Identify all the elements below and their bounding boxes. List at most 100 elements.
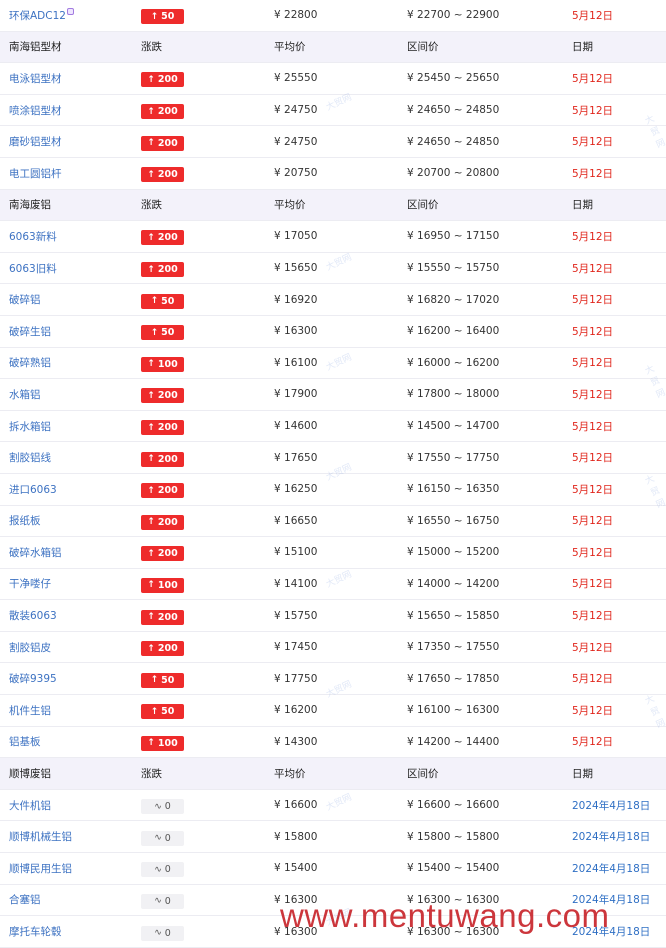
price-table: 环保ADC12 ↑ 50 ¥ 22800 ¥ 22700 ~ 22900 5月12日 南海铝…: [0, 0, 666, 948]
change-value: 200: [157, 422, 178, 434]
item-name-link[interactable]: 破碎生铝: [9, 324, 51, 339]
average-price: ¥ 17650: [274, 451, 318, 464]
change-cell: ↑ 200: [141, 632, 184, 663]
item-name-link[interactable]: 破碎熟铝: [9, 355, 51, 370]
item-name-link[interactable]: 6063新料: [9, 229, 57, 244]
arrow-up-icon: ↑: [147, 390, 155, 401]
change-badge: ↑ 200: [141, 609, 184, 625]
change-value: 0: [164, 895, 171, 907]
table-row: 大件机铝 ∿ 0 ¥ 16600 ¥ 16600 ~ 16600 2024年4月18日: [0, 789, 666, 822]
change-value: 200: [157, 106, 178, 118]
column-header-range-price: 区间价: [407, 41, 439, 54]
average-price: ¥ 22800: [274, 9, 318, 22]
arrow-up-icon: ↑: [147, 548, 155, 559]
change-badge: ↑ 200: [141, 167, 184, 183]
table-row: 散装6063 ↑ 200 ¥ 15750 ¥ 15650 ~ 15850 5月12日: [0, 600, 666, 632]
change-cell: ↑ 50: [141, 0, 184, 31]
item-name-cell: 破碎水箱铝: [9, 537, 62, 568]
average-price: ¥ 15100: [274, 546, 318, 559]
price-range: ¥ 15800 ~ 15800: [407, 830, 500, 843]
arrow-up-icon: ↑: [147, 485, 155, 496]
flat-wave-icon: ∿: [154, 896, 162, 907]
update-date: 5月12日: [572, 357, 614, 370]
arrow-up-icon: ↑: [147, 359, 155, 370]
item-name-link[interactable]: 干净喽仔: [9, 576, 51, 591]
change-badge: ↑ 200: [141, 388, 184, 404]
arrow-up-icon: ↑: [147, 169, 155, 180]
change-badge: ↑ 200: [141, 262, 184, 278]
column-header-date: 日期: [572, 41, 593, 54]
item-name-link[interactable]: 割胶铝皮: [9, 640, 51, 655]
table-row: 水箱铝 ↑ 200 ¥ 17900 ¥ 17800 ~ 18000 5月12日: [0, 379, 666, 411]
item-name-link[interactable]: 6063旧料: [9, 261, 57, 276]
item-name-link[interactable]: 电工圆铝杆: [9, 166, 62, 181]
table-row: 干净喽仔 ↑ 100 ¥ 14100 ¥ 14000 ~ 14200 5月12日: [0, 568, 666, 601]
average-price: ¥ 15650: [274, 262, 318, 275]
change-cell: ↑ 100: [141, 348, 184, 379]
arrow-up-icon: ↑: [150, 296, 159, 307]
change-cell: ↑ 100: [141, 569, 184, 600]
column-header-change: 涨跌: [141, 199, 162, 212]
item-name-link[interactable]: 喷涂铝型材: [9, 103, 62, 118]
arrow-up-icon: ↑: [150, 675, 159, 686]
average-price: ¥ 14600: [274, 420, 318, 433]
change-value: 0: [164, 864, 171, 876]
change-badge: ∿ 0: [141, 799, 184, 815]
change-value: 50: [161, 674, 175, 686]
item-name-link[interactable]: 环保ADC12: [9, 8, 66, 23]
table-row: 破碎水箱铝 ↑ 200 ¥ 15100 ¥ 15000 ~ 15200 5月12日: [0, 537, 666, 569]
update-date: 5月12日: [572, 388, 614, 401]
section-header-row: 南海废铝 涨跌 平均价 区间价 日期: [0, 189, 666, 222]
update-date: 5月12日: [572, 546, 614, 559]
item-name-link[interactable]: 合塞铝: [9, 892, 41, 907]
table-row: 破碎生铝 ↑ 50 ¥ 16300 ¥ 16200 ~ 16400 5月12日: [0, 315, 666, 348]
change-value: 100: [157, 737, 178, 749]
change-badge: ↑ 100: [141, 577, 184, 593]
item-name-cell: 顺博机械生铝: [9, 821, 72, 852]
item-name-link[interactable]: 水箱铝: [9, 387, 41, 402]
item-name-link[interactable]: 割胶铝线: [9, 450, 51, 465]
change-value: 200: [157, 643, 178, 655]
item-name-link[interactable]: 磨砂铝型材: [9, 134, 62, 149]
average-price: ¥ 15750: [274, 609, 318, 622]
change-value: 200: [157, 453, 178, 465]
item-name-link[interactable]: 机件生铝: [9, 703, 51, 718]
update-date: 5月12日: [572, 262, 614, 275]
item-name-link[interactable]: 进口6063: [9, 482, 57, 497]
update-date: 5月12日: [572, 578, 614, 591]
average-price: ¥ 17900: [274, 388, 318, 401]
column-header-change: 涨跌: [141, 768, 162, 781]
arrow-up-icon: ↑: [147, 517, 155, 528]
arrow-up-icon: ↑: [150, 327, 159, 338]
item-name-link[interactable]: 破碎铝: [9, 292, 41, 307]
change-value: 50: [161, 295, 175, 307]
table-row: 6063新料 ↑ 200 ¥ 17050 ¥ 16950 ~ 17150 5月12日: [0, 221, 666, 253]
item-name-link[interactable]: 电泳铝型材: [9, 71, 62, 86]
item-name-link[interactable]: 大件机铝: [9, 798, 51, 813]
item-name-cell: 6063旧料: [9, 253, 57, 284]
item-name-link[interactable]: 摩托车轮毂: [9, 924, 62, 939]
item-name-link[interactable]: 顺博机械生铝: [9, 829, 72, 844]
item-name-cell: 割胶铝皮: [9, 632, 51, 663]
update-date: 2024年4月18日: [572, 831, 651, 844]
price-range: ¥ 16000 ~ 16200: [407, 356, 500, 369]
update-date: 2024年4月18日: [572, 862, 651, 875]
item-name-link[interactable]: 报纸板: [9, 513, 41, 528]
arrow-up-icon: ↑: [147, 106, 155, 117]
flat-wave-icon: ∿: [154, 801, 162, 812]
change-value: 50: [161, 327, 175, 339]
item-name-cell: 顺博民用生铝: [9, 853, 72, 884]
average-price: ¥ 15800: [274, 830, 318, 843]
update-date: 5月12日: [572, 483, 614, 496]
item-name-link[interactable]: 拆水箱铝: [9, 419, 51, 434]
item-name-link[interactable]: 破碎9395: [9, 671, 57, 686]
price-range: ¥ 16950 ~ 17150: [407, 230, 500, 243]
table-row: 报纸板 ↑ 200 ¥ 16650 ¥ 16550 ~ 16750 5月12日: [0, 505, 666, 538]
arrow-up-icon: ↑: [147, 74, 155, 85]
change-cell: ↑ 50: [141, 316, 184, 347]
item-name-link[interactable]: 顺博民用生铝: [9, 861, 72, 876]
item-name-link[interactable]: 破碎水箱铝: [9, 545, 62, 560]
price-range: ¥ 15400 ~ 15400: [407, 862, 500, 875]
item-name-link[interactable]: 铝基板: [9, 734, 41, 749]
item-name-link[interactable]: 散装6063: [9, 608, 57, 623]
